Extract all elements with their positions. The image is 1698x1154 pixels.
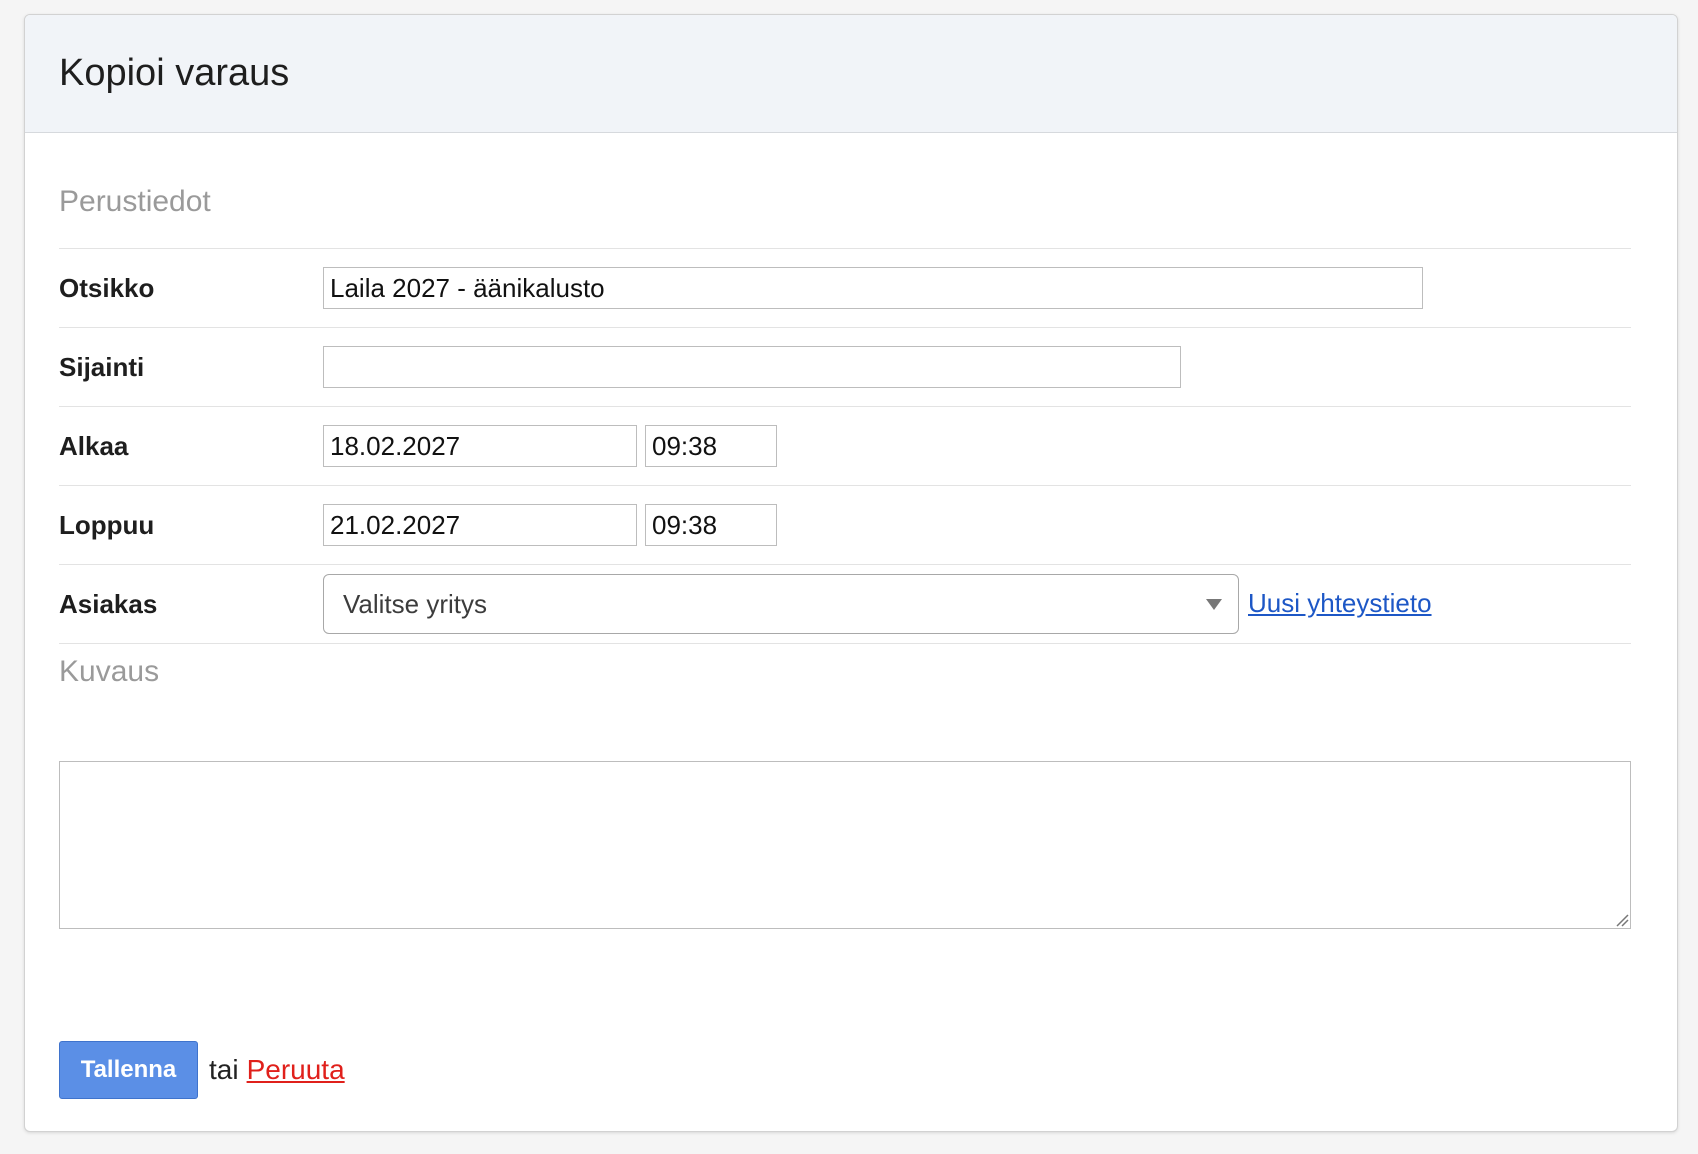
save-button[interactable]: Tallenna [59,1041,198,1099]
location-input[interactable] [323,346,1181,388]
start-date-input[interactable] [323,425,637,467]
card-header: Kopioi varaus [25,15,1677,133]
customer-select[interactable]: Valitse yritys [323,574,1239,634]
form-actions: Tallenna tai Peruuta [59,1041,345,1099]
basic-info-rows: Otsikko Sijainti Alkaa Loppuu Asiakas Va… [59,248,1631,644]
new-contact-link[interactable]: Uusi yhteystieto [1248,565,1432,641]
or-text: tai [209,1054,239,1085]
chevron-down-icon [1206,599,1222,610]
page-title: Kopioi varaus [59,52,290,94]
title-label: Otsikko [59,273,155,303]
description-textarea[interactable] [59,761,1631,929]
start-time-input[interactable] [645,425,777,467]
section-title-description: Kuvaus [59,655,160,688]
end-label: Loppuu [59,510,155,540]
cancel-link[interactable]: Peruuta [247,1054,345,1086]
row-title: Otsikko [59,249,1631,328]
row-end: Loppuu [59,486,1631,565]
start-label: Alkaa [59,431,129,461]
section-title-basic: Perustiedot [59,185,211,218]
customer-select-value: Valitse yritys [343,588,487,619]
row-location: Sijainti [59,328,1631,407]
end-date-input[interactable] [323,504,637,546]
customer-label: Asiakas [59,589,158,619]
row-customer: Asiakas Valitse yritys Uusi yhteystieto [59,565,1631,644]
row-start: Alkaa [59,407,1631,486]
title-input[interactable] [323,267,1423,309]
resize-grip-icon[interactable] [1615,913,1629,927]
copy-booking-card: Kopioi varaus Perustiedot Otsikko Sijain… [24,14,1678,1132]
location-label: Sijainti [59,352,145,382]
end-time-input[interactable] [645,504,777,546]
